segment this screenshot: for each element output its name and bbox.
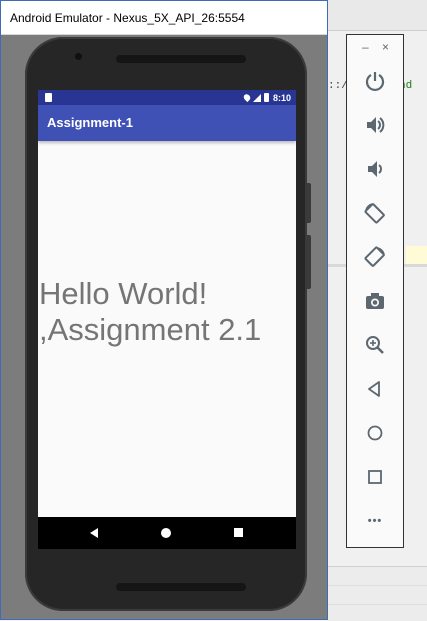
camera-icon <box>366 293 384 309</box>
emulator-toolbar: – × ••• <box>346 34 404 548</box>
zoom-button[interactable] <box>360 330 390 360</box>
home-icon <box>367 425 383 441</box>
ide-panel-row <box>328 586 427 605</box>
window-title: Android Emulator - Nexus_5X_API_26:5554 <box>1 1 327 35</box>
overview-button[interactable] <box>360 462 390 492</box>
ide-panel-row <box>328 567 427 586</box>
signal-icon <box>252 93 261 102</box>
location-icon <box>242 92 252 103</box>
front-camera <box>75 53 82 60</box>
status-time: 8:10 <box>272 92 291 103</box>
zoom-icon <box>366 336 384 354</box>
ide-code-fragment: ::/ <box>328 80 348 92</box>
top-speaker <box>116 55 246 63</box>
device-screen[interactable]: 8:10 Assignment-1 Hello World! ,Assignme… <box>38 90 296 549</box>
power-button[interactable] <box>360 66 390 96</box>
volume-up-icon <box>367 117 385 133</box>
screenshot-button[interactable] <box>360 286 390 316</box>
rotate-left-button[interactable] <box>360 198 390 228</box>
ide-bottom-panel <box>328 566 427 621</box>
notification-icon <box>45 93 52 102</box>
overview-icon <box>368 470 382 484</box>
minimize-button[interactable]: – <box>362 41 369 53</box>
volume-down-icon <box>368 161 382 177</box>
emulator-window: Android Emulator - Nexus_5X_API_26:5554 … <box>0 0 328 620</box>
volume-down-button[interactable] <box>360 154 390 184</box>
battery-icon <box>263 93 269 102</box>
more-button[interactable]: ••• <box>360 506 390 536</box>
bottom-speaker <box>116 583 246 591</box>
close-button[interactable]: × <box>382 41 389 53</box>
ide-highlight <box>406 246 427 264</box>
side-power-button <box>307 183 311 223</box>
side-volume-button <box>307 235 311 289</box>
home-button[interactable] <box>360 418 390 448</box>
home-circle-icon[interactable] <box>161 528 171 538</box>
back-button[interactable] <box>360 374 390 404</box>
volume-up-button[interactable] <box>360 110 390 140</box>
power-icon <box>365 72 385 92</box>
rotate-right-icon <box>364 246 385 267</box>
recents-square-icon[interactable] <box>234 528 243 537</box>
ide-tab-bar <box>328 0 427 31</box>
back-icon <box>368 381 380 397</box>
app-bar-title: Assignment-1 <box>38 105 296 141</box>
navigation-bar <box>38 517 296 549</box>
hello-text: Hello World! ,Assignment 2.1 <box>39 276 262 347</box>
back-triangle-icon[interactable] <box>90 528 98 538</box>
rotate-right-button[interactable] <box>360 242 390 272</box>
status-bar: 8:10 <box>38 90 296 105</box>
rotate-left-icon <box>364 203 385 224</box>
